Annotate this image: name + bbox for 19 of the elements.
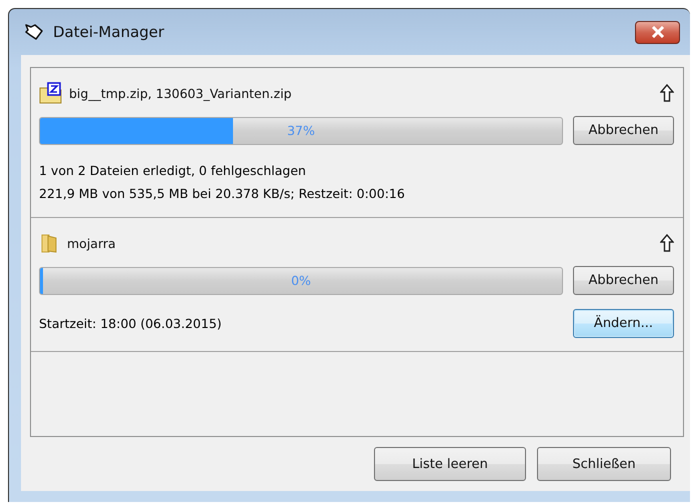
zip-folder-icon <box>39 82 63 104</box>
status-line: 221,9 MB von 535,5 MB bei 20.378 KB/s; Restzeit: 0:00:16 <box>39 185 405 203</box>
start-time: Startzeit: 18:00 (06.03.2015) <box>39 316 222 331</box>
item-name: mojarra <box>67 236 117 250</box>
window-title: Datei-Manager <box>53 23 166 41</box>
close-dialog-button[interactable]: Schließen <box>537 447 671 481</box>
progress-percent: 37% <box>287 123 315 138</box>
up-arrow-icon[interactable] <box>660 84 674 102</box>
item-name: big__tmp.zip, 130603_Varianten.zip <box>69 86 293 100</box>
cancel-button[interactable]: Abbrechen <box>573 116 674 145</box>
hand-icon <box>23 22 45 42</box>
up-arrow-icon[interactable] <box>660 234 674 252</box>
status-line: 1 von 2 Dateien erledigt, 0 fehlgeschlagen <box>39 162 306 180</box>
progress-percent: 0% <box>291 273 311 288</box>
clear-list-button[interactable]: Liste leeren <box>374 447 526 481</box>
close-button[interactable] <box>635 20 680 44</box>
cancel-button[interactable]: Abbrechen <box>573 266 674 295</box>
change-button[interactable]: Ändern... <box>573 309 674 338</box>
close-icon <box>650 26 664 38</box>
